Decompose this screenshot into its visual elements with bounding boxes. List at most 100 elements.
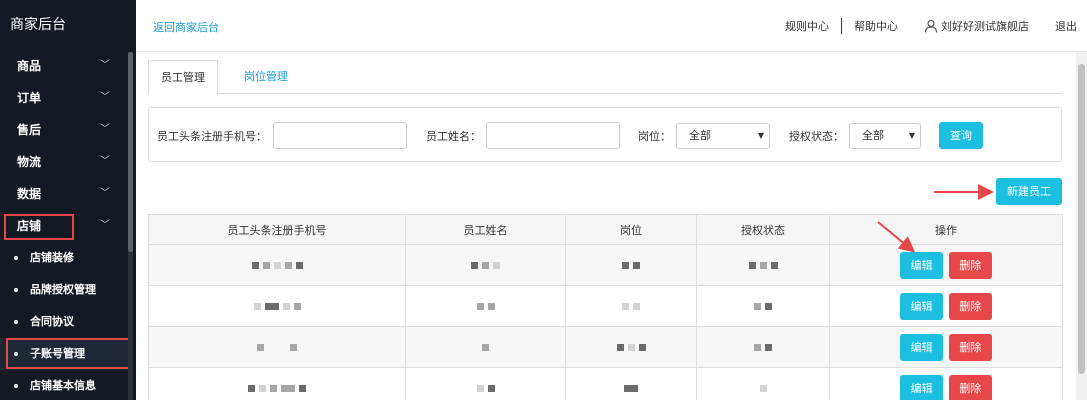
masked-phone-cell xyxy=(148,367,406,400)
auth-status-select[interactable]: 全部 ▼ xyxy=(849,123,921,149)
sidebar-subitem-label: 合同协议 xyxy=(30,315,74,328)
sidebar-item-aftersale[interactable]: 售后 ﹀ xyxy=(0,114,128,146)
user-icon xyxy=(924,19,938,33)
masked-phone-cell xyxy=(148,244,406,286)
name-label: 员工姓名： xyxy=(426,130,481,143)
table-row: 编辑 删除 xyxy=(148,326,1063,368)
post-select[interactable]: 全部 ▼ xyxy=(676,123,770,149)
actions-cell: 编辑 删除 xyxy=(829,244,1063,286)
column-header: 授权状态 xyxy=(696,214,830,245)
bullet-icon xyxy=(14,256,18,260)
sidebar-subitem-subaccounts[interactable]: 子账号管理 xyxy=(0,338,133,370)
brand-title: 商家后台 xyxy=(10,17,66,33)
sidebar-item-label: 订单 xyxy=(17,91,42,105)
bullet-icon xyxy=(14,320,18,324)
bullet-icon xyxy=(14,384,18,388)
sidebar-item-label: 数据 xyxy=(17,187,42,201)
edit-button[interactable]: 编辑 xyxy=(900,292,944,320)
bullet-icon xyxy=(14,288,18,292)
sidebar-subitem-brand-auth[interactable]: 品牌授权管理 xyxy=(0,274,128,306)
sidebar-item-label: 售后 xyxy=(17,123,42,137)
column-header: 操作 xyxy=(829,214,1063,245)
edit-button[interactable]: 编辑 xyxy=(900,251,944,279)
chevron-down-icon: ﹀ xyxy=(100,188,110,199)
edit-button[interactable]: 编辑 xyxy=(900,333,944,361)
sidebar-subitem-shop-info[interactable]: 店铺基本信息 xyxy=(0,370,128,400)
sidebar-subitem-contracts[interactable]: 合同协议 xyxy=(0,306,128,338)
main-content: 员工管理 岗位管理 员工头条注册手机号： 员工姓名： 岗位： 全部 ▼ 授权状态：… xyxy=(136,52,1073,400)
sidebar-item-label: 物流 xyxy=(17,155,42,169)
chevron-down-icon: ﹀ xyxy=(100,124,110,135)
table-row: 编辑 删除 xyxy=(148,244,1063,286)
masked-post-cell xyxy=(565,244,697,286)
page-scrollbar[interactable] xyxy=(1076,52,1087,400)
back-to-admin-link[interactable]: 返回商家后台 xyxy=(153,19,219,35)
delete-button[interactable]: 删除 xyxy=(948,333,992,361)
tab-post-management[interactable]: 岗位管理 xyxy=(232,60,300,94)
query-button[interactable]: 查询 xyxy=(939,122,983,149)
tab-bar: 员工管理 岗位管理 xyxy=(148,60,1062,95)
user-name[interactable]: 刘好好测试旗舰店 xyxy=(941,18,1029,34)
table-row: 编辑 删除 xyxy=(148,367,1063,400)
divider xyxy=(841,18,842,34)
sidebar-item-logistics[interactable]: 物流 ﹀ xyxy=(0,146,128,178)
masked-post-cell xyxy=(565,326,697,368)
sidebar-item-shop[interactable]: 店铺 ﹀ xyxy=(0,210,128,242)
logout-link[interactable]: 退出 xyxy=(1055,18,1077,34)
masked-status-cell xyxy=(696,367,830,400)
masked-status-cell xyxy=(696,326,830,368)
phone-input[interactable] xyxy=(273,122,407,149)
masked-status-cell xyxy=(696,244,830,286)
sidebar-subitem-label: 品牌授权管理 xyxy=(30,283,96,296)
column-header: 员工头条注册手机号 xyxy=(148,214,406,245)
masked-phone-cell xyxy=(148,285,406,327)
phone-label: 员工头条注册手机号： xyxy=(157,130,267,143)
sidebar-item-orders[interactable]: 订单 ﹀ xyxy=(0,82,128,114)
sidebar-item-data[interactable]: 数据 ﹀ xyxy=(0,178,128,210)
masked-name-cell xyxy=(405,285,566,327)
auth-status-label: 授权状态： xyxy=(789,130,844,143)
column-header: 员工姓名 xyxy=(405,214,566,245)
filter-panel: 员工头条注册手机号： 员工姓名： 岗位： 全部 ▼ 授权状态： 全部 ▼ 查询 xyxy=(148,107,1062,162)
sidebar-item-goods[interactable]: 商品 ﹀ xyxy=(0,50,128,82)
table-row: 编辑 删除 xyxy=(148,285,1063,327)
sidebar-scrollbar[interactable] xyxy=(128,52,133,400)
scrollbar-thumb[interactable] xyxy=(1078,64,1085,374)
column-header: 岗位 xyxy=(565,214,697,245)
sidebar: 商家后台 商品 ﹀ 订单 ﹀ 售后 ﹀ 物流 ﹀ 数据 ﹀ 店铺 ﹀ 店铺装修 品牌授权管理… xyxy=(0,0,136,400)
chevron-down-icon: ﹀ xyxy=(100,156,110,167)
highlight-box xyxy=(6,338,133,369)
sidebar-subitem-decoration[interactable]: 店铺装修 xyxy=(0,242,128,274)
scrollbar-thumb[interactable] xyxy=(128,52,133,252)
highlight-box xyxy=(4,214,74,240)
masked-status-cell xyxy=(696,285,830,327)
chevron-down-icon: ﹀ xyxy=(100,220,110,231)
help-center-link[interactable]: 帮助中心 xyxy=(854,18,898,34)
masked-name-cell xyxy=(405,367,566,400)
post-label: 岗位： xyxy=(638,130,671,143)
delete-button[interactable]: 删除 xyxy=(948,374,992,400)
masked-post-cell xyxy=(565,367,697,400)
delete-button[interactable]: 删除 xyxy=(948,251,992,279)
name-input[interactable] xyxy=(486,122,620,149)
delete-button[interactable]: 删除 xyxy=(948,292,992,320)
table-header-row: 员工头条注册手机号 员工姓名 岗位 授权状态 操作 xyxy=(148,214,1063,245)
edit-button[interactable]: 编辑 xyxy=(900,374,944,400)
masked-name-cell xyxy=(405,326,566,368)
sidebar-menu: 商品 ﹀ 订单 ﹀ 售后 ﹀ 物流 ﹀ 数据 ﹀ 店铺 ﹀ 店铺装修 品牌授权管理 合同协议… xyxy=(0,50,136,400)
top-right-nav: 规则中心 帮助中心 刘好好测试旗舰店 退出 xyxy=(785,18,1077,34)
masked-phone-cell xyxy=(148,326,406,368)
actions-cell: 编辑 删除 xyxy=(829,367,1063,400)
sidebar-subitem-label: 店铺装修 xyxy=(30,251,74,264)
chevron-down-icon: ﹀ xyxy=(100,60,110,71)
new-staff-button[interactable]: 新建员工 xyxy=(996,178,1062,205)
tab-staff-management[interactable]: 员工管理 xyxy=(148,60,218,95)
dropdown-arrow-icon: ▼ xyxy=(908,131,915,140)
top-bar: 返回商家后台 规则中心 帮助中心 刘好好测试旗舰店 退出 xyxy=(136,0,1087,52)
rules-center-link[interactable]: 规则中心 xyxy=(785,18,829,34)
masked-post-cell xyxy=(565,285,697,327)
actions-cell: 编辑 删除 xyxy=(829,326,1063,368)
sidebar-subitem-label: 店铺基本信息 xyxy=(30,379,96,392)
sidebar-item-label: 商品 xyxy=(17,59,42,73)
masked-name-cell xyxy=(405,244,566,286)
